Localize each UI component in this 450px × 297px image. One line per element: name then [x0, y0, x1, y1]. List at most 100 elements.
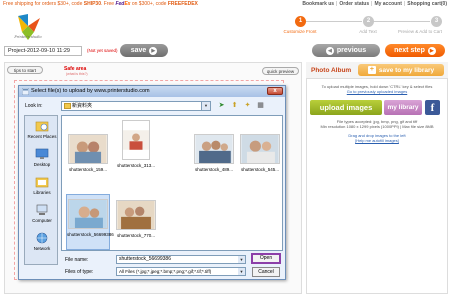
save-to-library-button[interactable]: + save to my library — [358, 64, 444, 76]
computer-icon — [36, 204, 48, 215]
separator: | — [371, 1, 373, 7]
separator: | — [403, 1, 406, 7]
file-type-dropdown[interactable]: All Files (*.jpg;*.jpeg;*.bmp;*.png;*.gi… — [116, 267, 246, 276]
upload-images-button[interactable]: upload images — [310, 100, 382, 115]
file-name: shutterstock_313... — [116, 163, 156, 168]
previous-button[interactable]: ◀ previous — [312, 44, 380, 57]
file-item[interactable]: shutterstock_489... — [192, 134, 236, 172]
step-1-label: Customize Front — [283, 29, 317, 34]
file-upload-dialog: Select file(s) to upload by www.printers… — [18, 85, 286, 280]
close-button[interactable]: x — [267, 87, 283, 95]
photo-thumbnail — [240, 134, 280, 164]
photo-thumbnail — [116, 200, 156, 230]
new-folder-icon[interactable]: ✦ — [243, 101, 252, 110]
cancel-button[interactable]: Cancel — [252, 267, 280, 277]
photo-album-dropzone[interactable] — [309, 146, 445, 286]
order-status-link[interactable]: Order status — [339, 1, 369, 7]
chevron-down-icon[interactable]: ▼ — [238, 268, 245, 275]
place-desktop[interactable]: Desktop — [25, 148, 59, 167]
step-2-circle: 2 — [363, 16, 374, 27]
drag-drop-instructions: Drag and drop images to the left [Help m… — [309, 133, 445, 143]
step-3-circle: 3 — [431, 16, 442, 27]
fedex-logo: Fed — [115, 1, 125, 7]
look-in-dropdown[interactable]: 新資料夾 ▼ — [61, 101, 211, 111]
view-menu-icon[interactable]: ▦ — [256, 101, 265, 110]
my-account-link[interactable]: My account — [374, 1, 402, 7]
top-bar: Free shipping for orders $30+, code SHIP… — [0, 0, 450, 9]
arrow-left-icon: ◀ — [325, 46, 334, 55]
place-recent[interactable]: Recent Places — [25, 120, 59, 139]
photo-album-title: Photo Album — [311, 67, 352, 74]
chevron-down-icon[interactable]: ▼ — [201, 102, 210, 110]
previous-uploads-link[interactable]: Go to previously uploaded images — [309, 89, 445, 94]
previous-button-label: previous — [336, 47, 367, 54]
promo-text: . Free — [100, 1, 116, 7]
file-name-label: File name: — [65, 257, 89, 263]
save-button[interactable]: save ▶ — [120, 44, 168, 57]
promo-text: on $300+, code — [130, 1, 168, 7]
photo-thumbnail — [194, 134, 234, 164]
place-label: Network — [33, 246, 51, 251]
network-icon — [36, 232, 48, 244]
file-list-pane[interactable]: shutterstock_159... shutterstock_313... … — [61, 115, 283, 251]
shopping-cart-link[interactable]: Shopping cart(0) — [407, 1, 447, 7]
promo-code: FREEFEDEX — [167, 1, 198, 7]
look-in-label: Look in: — [25, 103, 43, 109]
up-folder-icon[interactable]: ⬆ — [230, 101, 239, 110]
plus-icon: + — [367, 66, 376, 74]
quick-preview-button[interactable]: quick preview — [262, 67, 299, 75]
libraries-icon — [35, 177, 49, 188]
arrow-right-icon: ▶ — [149, 46, 158, 55]
step-2-label: Add Text — [359, 29, 377, 34]
step-3-label: Preview & Add to Cart — [397, 29, 443, 34]
tips-to-start-button[interactable]: tips to start — [7, 66, 43, 74]
save-status: (Not yet saved) — [87, 48, 118, 53]
file-item[interactable]: shutterstock_313... — [114, 120, 158, 168]
save-button-label: save — [130, 47, 147, 54]
photo-thumbnail — [68, 134, 108, 164]
file-name: shutterstock_770... — [116, 233, 156, 238]
places-bar: Recent Places Desktop Libraries Computer… — [24, 115, 58, 265]
file-name: shutterstock_545... — [240, 167, 280, 172]
place-libraries[interactable]: Libraries — [25, 176, 59, 195]
progress-steps: 1 Customize Front 2 Add Text 3 Preview &… — [268, 14, 448, 38]
file-item[interactable]: shutterstock_545... — [238, 134, 282, 172]
file-name-input[interactable]: shutterstock_56699386 ▼ — [116, 255, 246, 264]
bookmark-link[interactable]: Bookmark us — [302, 1, 334, 7]
facebook-icon[interactable]: f — [425, 100, 440, 115]
next-step-button[interactable]: next step ▶ — [385, 44, 445, 57]
shipping-promo: Free shipping for orders $30+, code SHIP… — [3, 1, 198, 7]
open-button[interactable]: Open — [251, 253, 281, 264]
my-library-button[interactable]: my library — [384, 100, 422, 115]
next-step-button-label: next step — [394, 47, 425, 54]
recent-places-icon — [35, 121, 49, 132]
autofill-help-link[interactable]: [Help me autofill images] — [309, 138, 445, 143]
place-label: Desktop — [33, 162, 51, 167]
place-computer[interactable]: Computer — [25, 204, 59, 223]
file-item[interactable]: shutterstock_159... — [66, 134, 110, 172]
place-label: Libraries — [33, 190, 51, 195]
safe-area-help-link[interactable]: (what is this?) — [66, 72, 88, 76]
step-connector — [374, 21, 430, 22]
file-name: shutterstock_489... — [194, 167, 234, 172]
logo-text: Printer's studio — [14, 35, 42, 39]
photo-thumbnail — [68, 199, 108, 229]
separator: | — [336, 1, 338, 7]
chevron-down-icon[interactable]: ▼ — [238, 256, 245, 263]
file-name: shutterstock_159... — [68, 167, 108, 172]
dialog-title: Select file(s) to upload by www.printers… — [31, 88, 150, 94]
arrow-right-icon: ▶ — [427, 46, 436, 55]
file-item[interactable]: shutterstock_770... — [114, 200, 158, 238]
file-name-value: shutterstock_56699386 — [119, 256, 171, 262]
file-item-selected[interactable]: shutterstock_56699386 — [66, 194, 114, 250]
project-name-input[interactable]: Project-2012-09-10 11:29 — [4, 46, 82, 56]
promo-code: SHIP30 — [83, 1, 101, 7]
upload-instructions: To upload multiple images, hold down 'CT… — [309, 84, 445, 94]
top-links: Bookmark us | Order status | My account … — [302, 1, 447, 7]
desktop-icon — [35, 148, 49, 159]
folder-icon — [64, 103, 71, 109]
dialog-title-bar[interactable]: Select file(s) to upload by www.printers… — [19, 86, 285, 97]
back-icon[interactable]: ➤ — [217, 101, 226, 110]
place-network[interactable]: Network — [25, 232, 59, 251]
promo-text: Free shipping for orders $30+, code — [3, 1, 84, 7]
